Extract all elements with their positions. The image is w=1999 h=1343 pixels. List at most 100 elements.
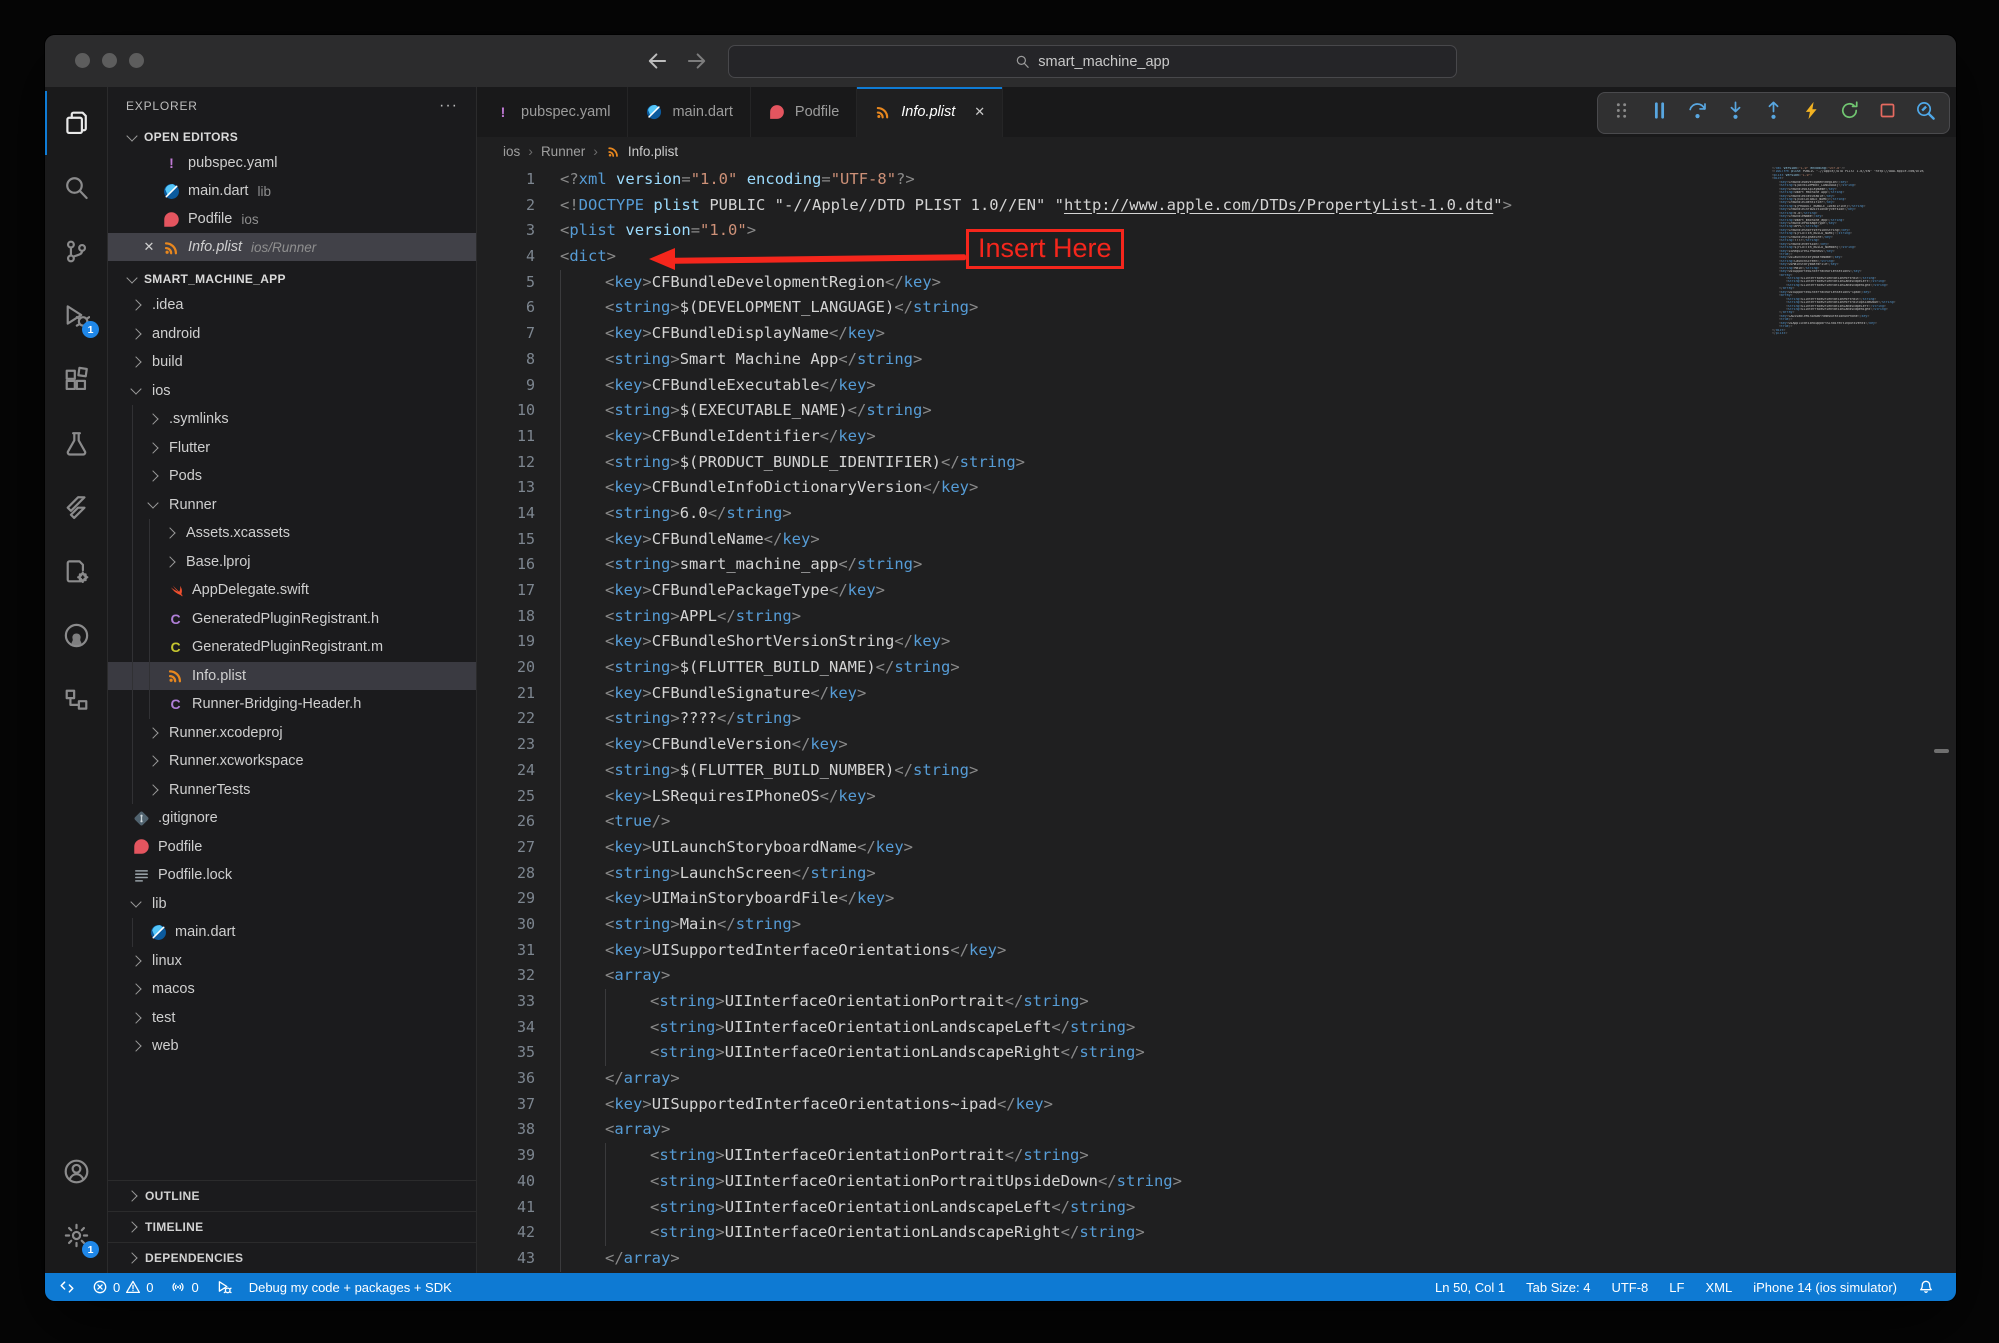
tab-info.plist[interactable]: Info.plist✕ (857, 87, 1003, 137)
breadcrumb-item-runner[interactable]: Runner (541, 144, 585, 159)
code-line-33[interactable]: 33<string>UIInterfaceOrientationPortrait… (477, 989, 1956, 1015)
status-item-remote[interactable] (59, 1279, 75, 1295)
tree-item-main.dart[interactable]: main.dart (108, 918, 476, 947)
status-item-language-mode[interactable]: XML (1705, 1280, 1732, 1295)
status-item-debug-launch[interactable] (216, 1279, 232, 1295)
code-line-22[interactable]: 22<string>????</string> (477, 706, 1956, 732)
tree-item-build[interactable]: build (108, 348, 476, 377)
code-line-31[interactable]: 31<key>UISupportedInterfaceOrientations<… (477, 938, 1956, 964)
tree-item-Pods[interactable]: Pods (108, 462, 476, 491)
tree-item-macos[interactable]: macos (108, 975, 476, 1004)
tab-pubspec.yaml[interactable]: !pubspec.yaml (477, 87, 628, 137)
code-line-7[interactable]: 7<key>CFBundleDisplayName</key> (477, 321, 1956, 347)
activity-item-extensions[interactable] (45, 347, 107, 411)
tree-item-RunnerTests[interactable]: RunnerTests (108, 776, 476, 805)
activity-item-github[interactable] (45, 603, 107, 667)
code-line-5[interactable]: 5<key>CFBundleDevelopmentRegion</key> (477, 270, 1956, 296)
tree-item-Flutter[interactable]: Flutter (108, 434, 476, 463)
code-line-40[interactable]: 40<string>UIInterfaceOrientationPortrait… (477, 1169, 1956, 1195)
code-line-34[interactable]: 34<string>UIInterfaceOrientationLandscap… (477, 1015, 1956, 1041)
close-icon[interactable]: ✕ (974, 104, 985, 120)
traffic-light-close[interactable] (75, 53, 90, 68)
section-timeline[interactable]: TIMELINE (108, 1211, 476, 1242)
explorer-more-actions-button[interactable]: ··· (439, 97, 458, 115)
tree-item-android[interactable]: android (108, 320, 476, 349)
code-line-32[interactable]: 32<array> (477, 963, 1956, 989)
status-item-notifications[interactable] (1918, 1279, 1934, 1295)
code-line-39[interactable]: 39<string>UIInterfaceOrientationPortrait… (477, 1143, 1956, 1169)
code-line-41[interactable]: 41<string>UIInterfaceOrientationLandscap… (477, 1195, 1956, 1221)
open-editors-section-header[interactable]: OPEN EDITORS (108, 125, 476, 149)
code-line-37[interactable]: 37<key>UISupportedInterfaceOrientations~… (477, 1092, 1956, 1118)
activity-item-flutter[interactable] (45, 475, 107, 539)
step-into-button[interactable] (1725, 100, 1746, 126)
activity-item-explorer[interactable] (45, 91, 107, 155)
code-line-8[interactable]: 8<string>Smart Machine App</string> (477, 347, 1956, 373)
code-line-19[interactable]: 19<key>CFBundleShortVersionString</key> (477, 629, 1956, 655)
hot-reload-button[interactable] (1801, 100, 1822, 126)
tree-item-Base.lproj[interactable]: Base.lproj (108, 548, 476, 577)
code-line-2[interactable]: 2<!DOCTYPE plist PUBLIC "-//Apple//DTD P… (477, 193, 1956, 219)
status-item-ports[interactable]: 0 (170, 1279, 198, 1295)
status-item-indentation[interactable]: Tab Size: 4 (1526, 1280, 1590, 1295)
status-item-debug-config[interactable]: Debug my code + packages + SDK (249, 1280, 452, 1295)
pause-button[interactable] (1649, 100, 1670, 126)
tree-item-lib[interactable]: lib (108, 890, 476, 919)
widget-inspector-button[interactable] (1915, 100, 1936, 126)
status-item-eol[interactable]: LF (1669, 1280, 1684, 1295)
code-line-16[interactable]: 16<string>smart_machine_app</string> (477, 552, 1956, 578)
activity-item-project-tools[interactable] (45, 539, 107, 603)
breadcrumb-item-ios[interactable]: ios (503, 144, 520, 159)
code-line-3[interactable]: 3<plist version="1.0"> (477, 218, 1956, 244)
code-line-10[interactable]: 10<string>$(EXECUTABLE_NAME)</string> (477, 398, 1956, 424)
tree-item-Runner-Bridging-Header.h[interactable]: CRunner-Bridging-Header.h (108, 690, 476, 719)
command-center-search[interactable]: smart_machine_app (728, 45, 1457, 78)
minimap[interactable]: <?xml version="1.0" encoding="UTF-8"?><!… (1772, 167, 1924, 335)
code-line-11[interactable]: 11<key>CFBundleIdentifier</key> (477, 424, 1956, 450)
toggle-secondary-sidebar-button[interactable] (1871, 50, 1892, 76)
tree-item-Assets.xcassets[interactable]: Assets.xcassets (108, 519, 476, 548)
code-line-35[interactable]: 35<string>UIInterfaceOrientationLandscap… (477, 1040, 1956, 1066)
status-item-cursor-position[interactable]: Ln 50, Col 1 (1435, 1280, 1505, 1295)
code-line-30[interactable]: 30<string>Main</string> (477, 912, 1956, 938)
code-line-6[interactable]: 6<string>$(DEVELOPMENT_LANGUAGE)</string… (477, 295, 1956, 321)
tree-item-ios[interactable]: ios (108, 377, 476, 406)
code-line-26[interactable]: 26<true/> (477, 809, 1956, 835)
code-line-27[interactable]: 27<key>UILaunchStoryboardName</key> (477, 835, 1956, 861)
code-line-14[interactable]: 14<string>6.0</string> (477, 501, 1956, 527)
project-section-header[interactable]: SMART_MACHINE_APP (108, 267, 476, 291)
code-line-18[interactable]: 18<string>APPL</string> (477, 604, 1956, 630)
restart-button[interactable] (1839, 100, 1860, 126)
code-line-15[interactable]: 15<key>CFBundleName</key> (477, 527, 1956, 553)
code-line-21[interactable]: 21<key>CFBundleSignature</key> (477, 681, 1956, 707)
code-editor[interactable]: 1<?xml version="1.0" encoding="UTF-8"?>2… (477, 165, 1956, 1273)
activity-item-settings[interactable]: 1 (45, 1203, 107, 1267)
activity-item-accounts[interactable] (45, 1139, 107, 1203)
code-line-36[interactable]: 36</array> (477, 1066, 1956, 1092)
code-line-42[interactable]: 42<string>UIInterfaceOrientationLandscap… (477, 1220, 1956, 1246)
code-line-1[interactable]: 1<?xml version="1.0" encoding="UTF-8"?> (477, 167, 1956, 193)
traffic-light-zoom[interactable] (129, 53, 144, 68)
tree-item-AppDelegate.swift[interactable]: AppDelegate.swift (108, 576, 476, 605)
tree-item-web[interactable]: web (108, 1032, 476, 1061)
traffic-light-minimize[interactable] (102, 53, 117, 68)
breadcrumb-item-info.plist[interactable]: Info.plist (606, 144, 678, 159)
tree-item-Podfile.lock[interactable]: Podfile.lock (108, 861, 476, 890)
code-line-12[interactable]: 12<string>$(PRODUCT_BUNDLE_IDENTIFIER)</… (477, 450, 1956, 476)
status-item-device[interactable]: iPhone 14 (ios simulator) (1753, 1280, 1897, 1295)
activity-item-testing[interactable] (45, 411, 107, 475)
code-line-9[interactable]: 9<key>CFBundleExecutable</key> (477, 373, 1956, 399)
tree-item-.gitignore[interactable]: .gitignore (108, 804, 476, 833)
activity-item-references[interactable] (45, 667, 107, 731)
history-back-button[interactable] (645, 49, 669, 73)
tree-item-Runner.xcworkspace[interactable]: Runner.xcworkspace (108, 747, 476, 776)
tree-item-Runner[interactable]: Runner (108, 491, 476, 520)
code-line-23[interactable]: 23<key>CFBundleVersion</key> (477, 732, 1956, 758)
section-dependencies[interactable]: DEPENDENCIES (108, 1242, 476, 1273)
open-editor-Info.plist[interactable]: ✕Info.plistios/Runner (108, 233, 476, 261)
tree-item-.symlinks[interactable]: .symlinks (108, 405, 476, 434)
activity-item-source-control[interactable] (45, 219, 107, 283)
tree-item-Info.plist[interactable]: Info.plist (108, 662, 476, 691)
tree-item-GeneratedPluginRegistrant.h[interactable]: CGeneratedPluginRegistrant.h (108, 605, 476, 634)
code-line-13[interactable]: 13<key>CFBundleInfoDictionaryVersion</ke… (477, 475, 1956, 501)
